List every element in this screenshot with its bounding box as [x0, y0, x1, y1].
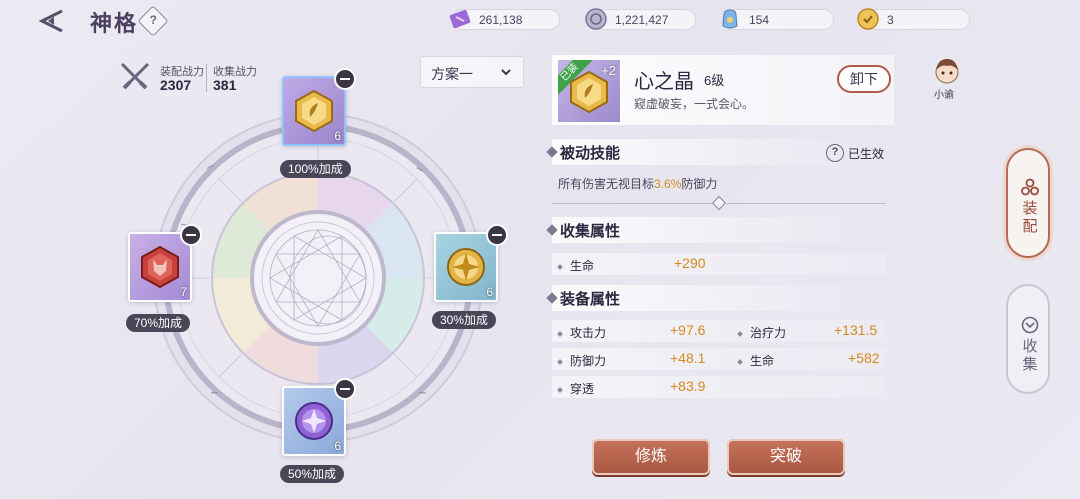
resource-medal[interactable]: 3 [857, 8, 970, 30]
slot-level: 6 [334, 439, 341, 453]
gold-medal-icon [857, 8, 879, 30]
slot-bonus-label: 70%加成 [126, 314, 191, 332]
silver-coin-icon [585, 8, 607, 30]
resource-silver[interactable]: 1,221,427 [585, 8, 696, 30]
slot-level: 6 [486, 285, 493, 299]
plan-dropdown[interactable]: 方案一 [420, 56, 524, 88]
golden-feather-gem-icon [295, 89, 333, 133]
slot-bonus-label: 30%加成 [432, 311, 497, 329]
resource-essence[interactable]: 154 [722, 9, 834, 30]
equip-power-value: 2307 [160, 77, 192, 93]
chevron-down-icon [501, 69, 511, 76]
slot-bonus-label: 50%加成 [280, 465, 345, 483]
back-arrow-icon[interactable] [36, 8, 66, 34]
tab-collect-label: 收集 [1022, 338, 1038, 373]
stat-value: +290 [674, 255, 706, 271]
stat-value: +48.1 [670, 350, 706, 366]
stat-value: +97.6 [670, 322, 706, 338]
resource-value: 154 [749, 13, 770, 27]
breakthrough-button[interactable]: 突破 [727, 439, 845, 475]
item-header: 已装 +2 心之晶 6级 窥虚破妄，一式会心。 卸下 [552, 55, 894, 125]
svg-text:~: ~ [418, 386, 427, 399]
red-wolf-gem-icon [141, 245, 179, 289]
stat-name: 防御力 [557, 352, 606, 369]
passive-desc-highlight: 3.6% [654, 177, 682, 191]
passive-description: 所有伤害无视目标3.6%防御力 [558, 175, 717, 192]
golden-feather-gem-icon [570, 70, 608, 114]
stat-name: 生命 [737, 352, 774, 369]
passive-desc-suffix: 防御力 [681, 177, 718, 191]
crystal-ticket-icon [449, 9, 471, 29]
power-summary: 装配战力 2307 收集战力 381 [118, 60, 278, 96]
avatar-name: 小谕 [934, 90, 954, 101]
stat-name: 攻击力 [557, 324, 606, 341]
shield-down-icon [1021, 316, 1039, 334]
gem-slot-top[interactable]: 6 [282, 68, 356, 146]
remove-gem-button[interactable] [486, 224, 508, 246]
stat-row [552, 253, 886, 275]
train-button[interactable]: 修炼 [592, 439, 710, 475]
equip-attrs-title: 装备属性 [560, 291, 621, 308]
gem-slot-right[interactable]: 6 [434, 224, 508, 302]
gem-slot-bottom[interactable]: 6 [282, 378, 356, 456]
passive-desc-prefix: 所有伤害无视目标 [558, 177, 655, 191]
tab-equip-label: 装配 [1022, 200, 1038, 235]
help-button[interactable]: ? [137, 5, 169, 37]
gem-slot-left[interactable]: 7 [128, 224, 202, 302]
collect-power-value: 381 [213, 77, 237, 93]
remove-gem-button[interactable] [334, 378, 356, 400]
resource-value: 3 [887, 13, 894, 27]
purple-star-gem-icon [295, 402, 333, 440]
slot-level: 6 [334, 129, 341, 143]
question-icon[interactable]: ? [826, 144, 844, 162]
essence-jar-icon [722, 9, 738, 29]
stat-value: +83.9 [670, 378, 706, 394]
remove-gem-button[interactable] [334, 68, 356, 90]
passive-skill-title: 被动技能 [560, 145, 621, 162]
unequip-button[interactable]: 卸下 [837, 65, 891, 93]
stat-row [552, 376, 886, 398]
collect-attrs-title: 收集属性 [560, 223, 621, 240]
help-question-icon: ? [149, 13, 158, 28]
page-title: 神格 [90, 11, 139, 37]
plan-selected: 方案一 [431, 66, 473, 82]
remove-gem-button[interactable] [180, 224, 202, 246]
slot-level: 7 [180, 285, 187, 299]
slot-bonus-label: 100%加成 [280, 160, 351, 178]
resource-value: 261,138 [479, 13, 523, 27]
tab-equip[interactable]: 装配 [1006, 148, 1050, 258]
avatar-icon[interactable] [932, 56, 962, 86]
stat-name: 生命 [557, 257, 594, 274]
stat-name: 穿透 [557, 380, 594, 397]
passive-status: 已生效 [848, 147, 885, 161]
golden-sun-gem-icon [447, 248, 485, 286]
diamond-ornament-icon [711, 195, 727, 211]
item-name: 心之晶 [634, 71, 694, 93]
stat-name: 治疗力 [737, 324, 786, 341]
svg-text:~: ~ [210, 386, 219, 399]
resource-value: 1,221,427 [615, 13, 669, 27]
resource-crystal[interactable]: 261,138 [449, 9, 560, 30]
item-description: 窥虚破妄，一式会心。 [634, 97, 755, 111]
item-icon-card[interactable]: 已装 +2 [556, 58, 622, 124]
stat-value: +131.5 [834, 322, 878, 338]
top-bar: 神格 ? 261,138 1,221,427 154 3 [0, 0, 1080, 40]
stat-value: +582 [848, 350, 880, 366]
crossed-swords-icon [120, 62, 150, 90]
divider [206, 64, 207, 92]
tab-collect[interactable]: 收集 [1006, 284, 1050, 394]
item-detail-panel: 已装 +2 心之晶 6级 窥虚破妄，一式会心。 卸下 被动技能 ? 已生效 所有… [552, 55, 894, 400]
item-level: 6级 [704, 73, 725, 88]
cluster-icon [1021, 178, 1039, 196]
